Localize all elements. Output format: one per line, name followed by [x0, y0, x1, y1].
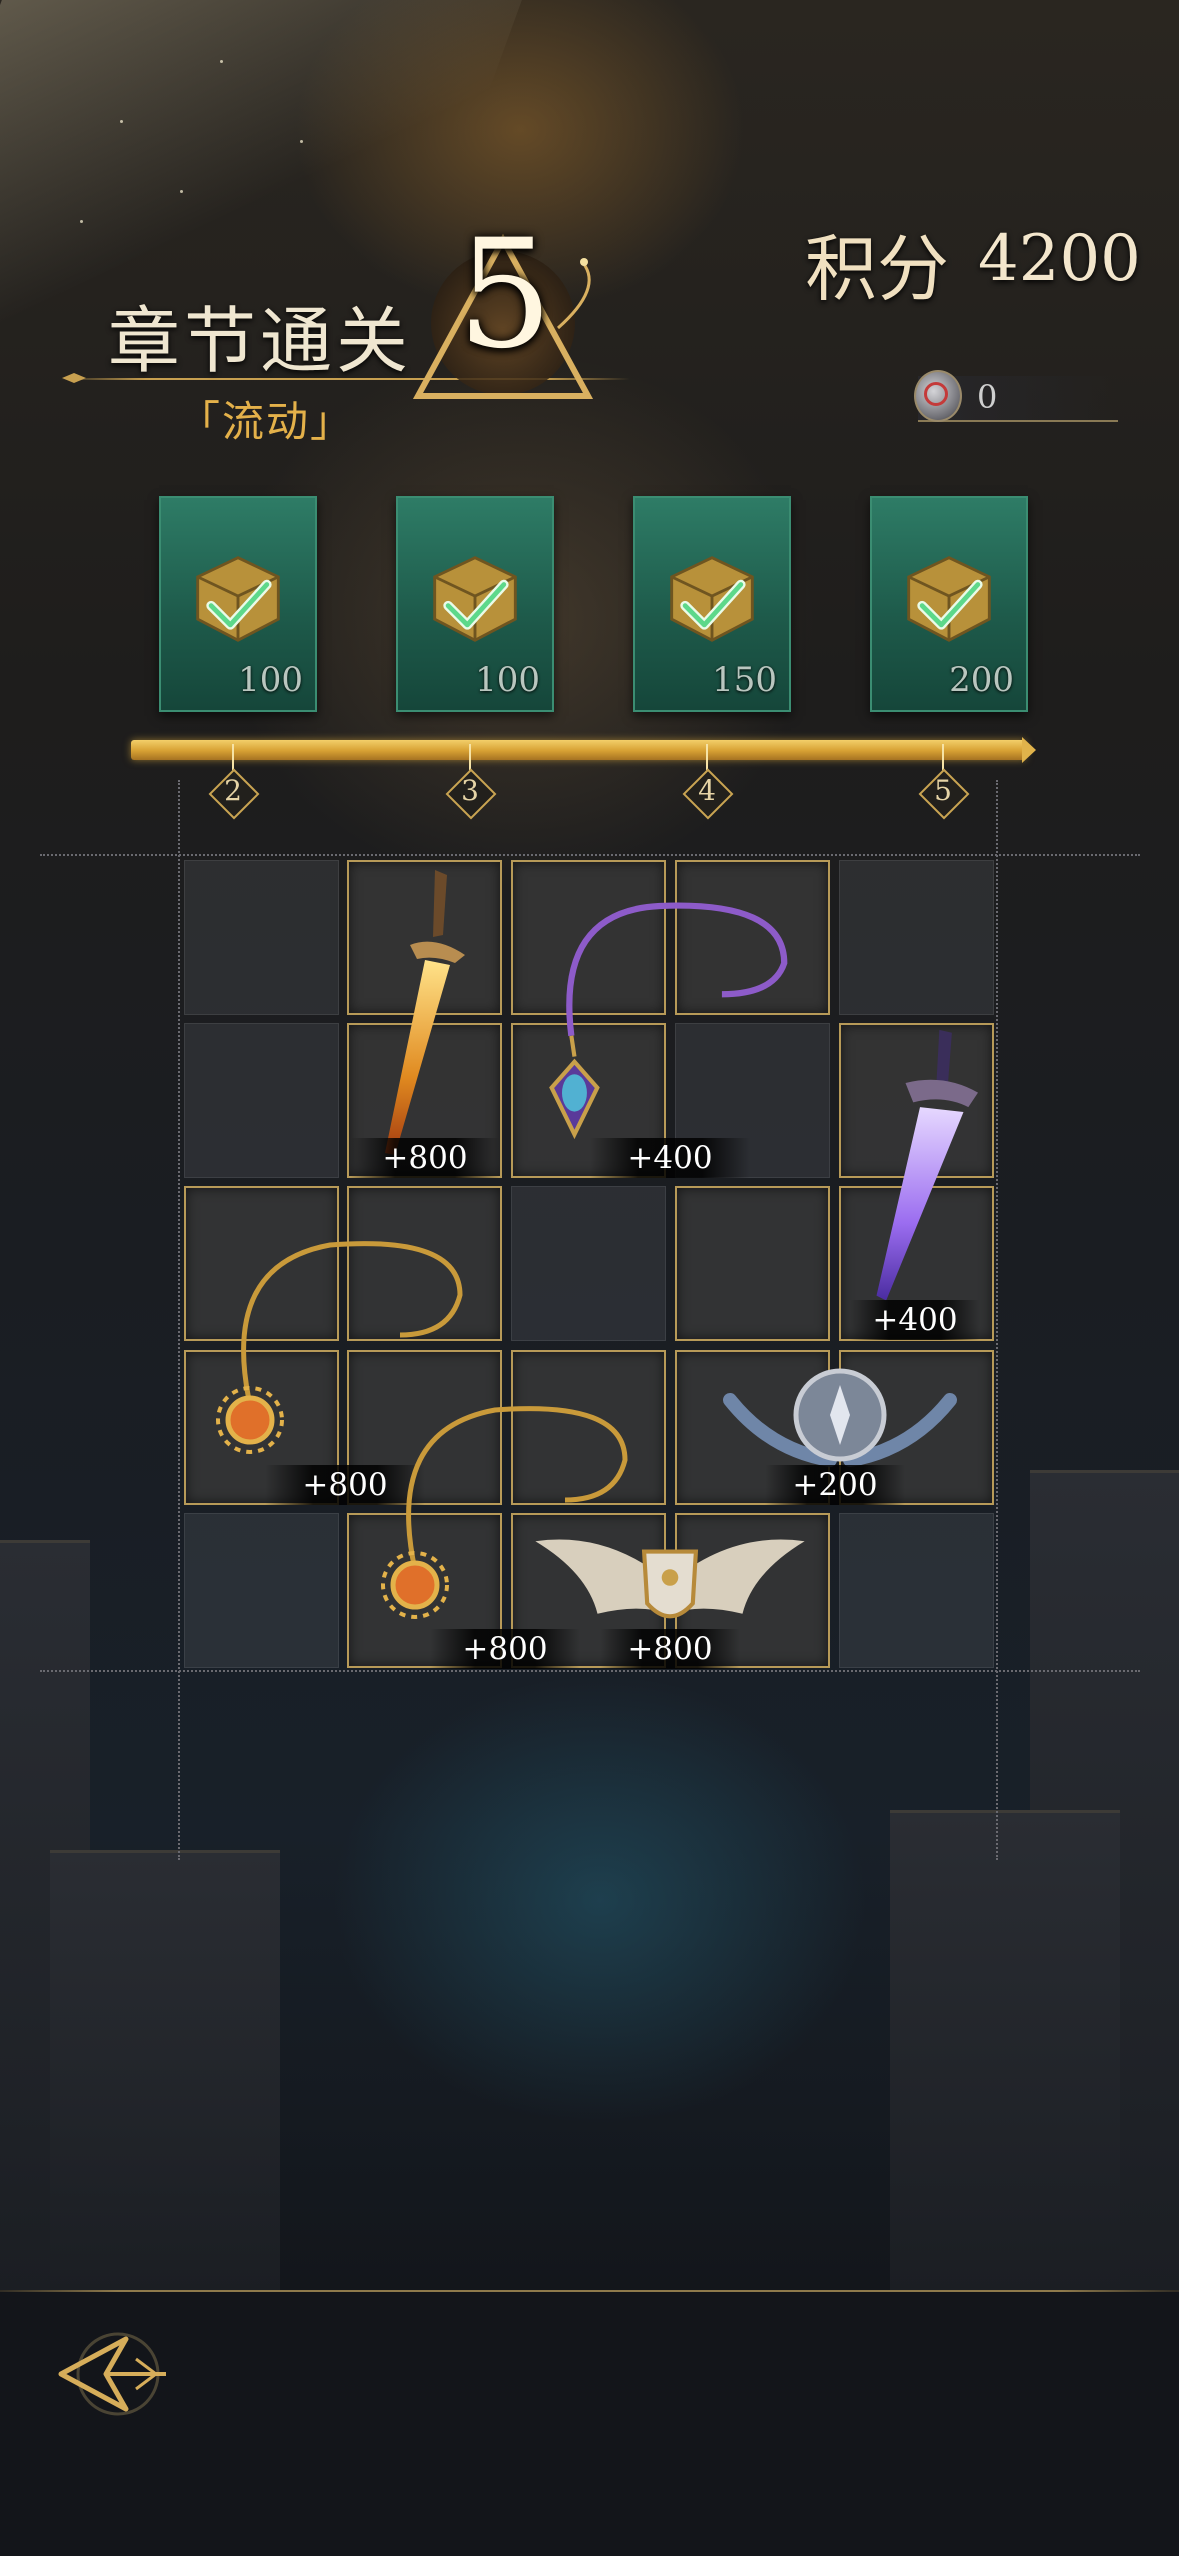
progress-marker-5: 5 — [918, 768, 970, 820]
pillar-left-2 — [50, 1850, 280, 2293]
pillar-right-2 — [890, 1810, 1120, 2293]
gold-cube-chest-icon — [907, 556, 991, 642]
grid-cell-empty[interactable] — [184, 1023, 339, 1178]
back-arrow-icon[interactable] — [56, 2324, 176, 2424]
marker-number: 3 — [461, 774, 479, 807]
grid-cell-empty[interactable] — [184, 860, 339, 1015]
score-value: 4200 — [978, 222, 1141, 296]
grid-guide-right — [996, 780, 998, 1860]
item-value-label: +800 — [430, 1629, 580, 1669]
item-value-label: +400 — [850, 1300, 980, 1340]
reward-card-4[interactable]: 200 — [870, 496, 1028, 712]
chapter-number: 5 — [457, 208, 553, 382]
bottom-bar — [0, 2290, 1179, 2556]
gold-cube-chest-icon — [433, 556, 517, 642]
reward-amount: 100 — [238, 660, 303, 700]
reward-card-2[interactable]: 100 — [396, 496, 554, 712]
currency-value: 0 — [977, 378, 998, 416]
grid-guide-bottom — [40, 1670, 1140, 1672]
item-value-label: +800 — [600, 1629, 740, 1669]
score-label: 积分 — [805, 227, 950, 311]
reward-amount: 200 — [949, 660, 1014, 700]
item-value-label: +400 — [590, 1138, 750, 1178]
marker-number: 2 — [224, 774, 242, 807]
progress-marker-4: 4 — [682, 768, 734, 820]
sparkle — [120, 120, 123, 123]
sparkle — [220, 60, 223, 63]
grid-cell-item[interactable] — [675, 1186, 830, 1341]
progress-marker-3: 3 — [445, 768, 497, 820]
violet-crystal-sword-icon — [876, 1029, 978, 1301]
bottom-divider — [0, 2290, 1179, 2292]
marker-number: 5 — [934, 774, 952, 807]
marker-number: 4 — [698, 774, 716, 807]
progress-marker-2: 2 — [208, 768, 260, 820]
item-value-label: +200 — [765, 1465, 905, 1505]
grid-cell-empty[interactable] — [839, 860, 994, 1015]
grid-cell-empty[interactable] — [839, 1513, 994, 1668]
reward-amount: 150 — [712, 660, 777, 700]
chapter-title: 章节通关 — [108, 299, 413, 383]
chapter-subtitle: 「流动」 — [178, 397, 355, 446]
progress-bar — [131, 740, 1026, 760]
sparkle — [300, 140, 303, 143]
sparkle — [80, 220, 83, 223]
sparkle — [180, 190, 183, 193]
gold-cube-chest-icon — [670, 556, 754, 642]
gold-cube-chest-icon — [196, 556, 280, 642]
grid-cell-empty[interactable] — [184, 1513, 339, 1668]
progress-bar-tip — [1022, 737, 1036, 763]
grid-guide-left — [178, 780, 180, 1860]
winged-shield-icon — [535, 1539, 805, 1619]
golden-dagger-icon — [385, 870, 465, 1155]
item-value-label: +800 — [350, 1138, 500, 1178]
reward-card-1[interactable]: 100 — [159, 496, 317, 712]
grid-cell-empty[interactable] — [511, 1186, 666, 1341]
laurel-shield-emblem-icon — [723, 1368, 957, 1467]
grid-guide-top — [40, 854, 1140, 856]
reward-card-3[interactable]: 150 — [633, 496, 791, 712]
gem-coin-emblem-icon — [924, 382, 948, 406]
reward-amount: 100 — [475, 660, 540, 700]
purple-pendant-necklace-icon — [549, 902, 788, 1140]
